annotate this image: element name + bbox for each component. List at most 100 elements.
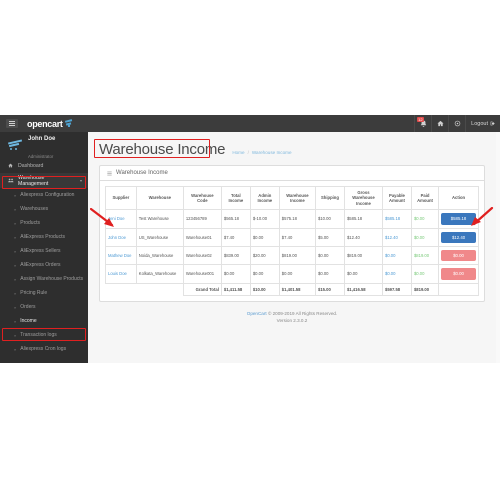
breadcrumb-current[interactable]: Warehouse Income: [252, 150, 292, 155]
cell-admin-income: $-10.00: [249, 209, 280, 229]
brand-label: opencart: [27, 118, 63, 129]
cell-warehouse-income: $7.40: [278, 227, 317, 248]
sidebar-subitem-transaction-logs[interactable]: » Transaction logs: [0, 328, 88, 342]
cell-shipping: $0.00: [315, 264, 345, 284]
column-header-payable-amount[interactable]: Payable Amount: [381, 185, 412, 211]
chevron-right-icon: »: [14, 276, 17, 282]
sidebar-subitem-label: Pricing Rule: [20, 290, 48, 296]
column-header-gross-warehouse-income[interactable]: Gross Warehouse Income: [343, 185, 383, 211]
chevron-right-icon: »: [14, 346, 17, 352]
column-header-total-income[interactable]: Total Income: [220, 185, 251, 211]
storefront-button[interactable]: [431, 115, 448, 132]
chevron-right-icon: »: [14, 234, 17, 240]
cell-admin-income: $20.00: [249, 246, 280, 266]
grand-total-total-income: $1,411.58: [220, 282, 251, 297]
sidebar-subitem-aliexpress-orders[interactable]: » AliExpress Orders: [0, 258, 88, 272]
chevron-right-icon: »: [14, 220, 17, 226]
chevron-right-icon: »: [14, 290, 17, 296]
cell-payable-amount: $12.40: [381, 227, 412, 248]
main-content: Warehouse Income Home / Warehouse Income…: [88, 132, 496, 363]
menu-toggle-button[interactable]: [6, 119, 18, 128]
panel-title: Warehouse Income: [116, 170, 168, 176]
user-profile[interactable]: John Doe Administrator: [0, 132, 88, 159]
column-header-shipping[interactable]: Shipping: [315, 185, 345, 211]
cell-warehouse-code: Warehouse02: [182, 246, 222, 266]
panel-body: Supplier Warehouse Warehouse Code Total …: [100, 181, 484, 301]
cell-warehouse: Kolkata_Warehouse: [135, 264, 184, 284]
chevron-right-icon: »: [14, 262, 17, 268]
column-header-warehouse[interactable]: Warehouse: [135, 185, 184, 211]
sidebar-item-dashboard[interactable]: Dashboard: [0, 158, 88, 173]
grand-total-shipping: $15.00: [315, 282, 345, 297]
warehouse-icon: [7, 178, 14, 183]
sidebar-subitem-aliexpress-cron-logs[interactable]: » Aliexpress Cron logs: [0, 342, 88, 356]
supplier-link[interactable]: Louis Doe: [108, 271, 127, 276]
sidebar-subitem-label: Transaction logs: [20, 332, 57, 338]
cell-total-income: $7.40: [220, 227, 251, 248]
breadcrumb-home[interactable]: Home: [232, 150, 244, 155]
settings-button[interactable]: [448, 115, 465, 132]
pay-button[interactable]: $0.00: [441, 250, 476, 262]
supplier-link[interactable]: Jeni Doe: [108, 216, 125, 221]
cell-warehouse-income: $0.00: [278, 264, 317, 284]
cell-gross-warehouse-income: $0.00: [343, 264, 383, 284]
breadcrumb-separator: /: [247, 150, 249, 155]
sidebar-subitem-aliexpress-products[interactable]: » AliExpress Products: [0, 230, 88, 244]
logout-icon: [490, 121, 495, 126]
supplier-link[interactable]: Mathew Doe: [108, 253, 132, 258]
sidebar-subitem-orders[interactable]: » Orders: [0, 300, 88, 314]
sidebar-subitem-income[interactable]: » Income: [0, 314, 88, 328]
cell-gross-warehouse-income: $585.18: [343, 209, 383, 229]
sidebar-item-warehouse-management[interactable]: Warehouse Management ▾: [0, 173, 88, 188]
sidebar-subitem-products[interactable]: » Products: [0, 216, 88, 230]
column-header-admin-income[interactable]: Admin Income: [249, 185, 280, 211]
table-row: Mathew Doe Noida_Warehouse Warehouse02 $…: [105, 246, 479, 266]
cell-warehouse-code: 123456789: [182, 209, 222, 229]
logout-button[interactable]: Logout: [465, 115, 500, 132]
grand-total-warehouse-income: $1,401.58: [278, 282, 317, 297]
column-header-paid-amount[interactable]: Paid Amount: [410, 185, 440, 211]
table-row: Louis Doe Kolkata_Warehouse Warehouse001…: [105, 264, 479, 284]
cell-warehouse: Noida_Warehouse: [135, 246, 184, 266]
sidebar-subitem-label: Orders: [20, 304, 36, 310]
sidebar-subitem-label: Assign Warehouse Products: [20, 276, 84, 282]
footer-version: Version 2.3.0.2: [276, 317, 308, 323]
table-row: John Doe US_Warehouse Warehouse01 $7.40 …: [105, 227, 479, 248]
pay-button[interactable]: $12.40: [441, 231, 476, 244]
sidebar-subitem-aliexpress-configuration[interactable]: » Aliexpress Configuration: [0, 188, 88, 202]
sidebar-subitem-label: AliExpress Orders: [20, 262, 61, 268]
sidebar: John Doe Administrator Dashboard Warehou…: [0, 132, 88, 363]
page-header: Warehouse Income Home / Warehouse Income: [88, 132, 496, 158]
chevron-right-icon: »: [14, 318, 17, 324]
cell-warehouse-income: $575.18: [278, 209, 317, 229]
cell-paid-amount: $819.00: [410, 246, 440, 266]
sidebar-subitem-aliexpress-sellers[interactable]: » AliExpress Sellers: [0, 244, 88, 258]
sidebar-subitem-warehouses[interactable]: » Warehouses: [0, 202, 88, 216]
cell-payable-amount: $0.00: [381, 246, 412, 266]
pay-button[interactable]: $0.00: [441, 268, 476, 280]
panel-header: Warehouse Income: [100, 166, 484, 181]
cell-shipping: $5.00: [315, 227, 345, 248]
column-header-supplier[interactable]: Supplier: [105, 185, 137, 211]
cell-gross-warehouse-income: $12.40: [343, 227, 383, 248]
cart-swoosh-icon: [64, 118, 74, 127]
sidebar-subitem-label: Products: [20, 220, 40, 226]
warehouse-income-table: Supplier Warehouse Warehouse Code Total …: [105, 185, 479, 297]
dashboard-icon: [7, 163, 14, 168]
sidebar-subitem-pricing-rule[interactable]: » Pricing Rule: [0, 286, 88, 300]
income-panel: Warehouse Income Supplier Warehouse Ware…: [99, 165, 485, 303]
top-navbar: opencart 12 Logout: [0, 115, 500, 132]
chevron-right-icon: »: [14, 206, 17, 212]
column-header-warehouse-code[interactable]: Warehouse Code: [182, 185, 222, 211]
footer-brand-link[interactable]: OpenCart: [247, 311, 267, 316]
cell-payable-amount: $585.18: [381, 209, 412, 229]
notifications-button[interactable]: 12: [414, 115, 431, 132]
pay-button[interactable]: $585.18: [441, 213, 476, 225]
sidebar-subitem-assign-warehouse-products[interactable]: » Assign Warehouse Products: [0, 272, 88, 286]
supplier-link[interactable]: John Doe: [108, 235, 126, 240]
chevron-right-icon: »: [14, 248, 17, 254]
opencart-logo[interactable]: opencart: [27, 119, 74, 129]
list-icon: [107, 171, 112, 175]
sidebar-subitem-label: AliExpress Sellers: [20, 248, 61, 254]
column-header-warehouse-income[interactable]: Warehouse Income: [278, 185, 317, 211]
